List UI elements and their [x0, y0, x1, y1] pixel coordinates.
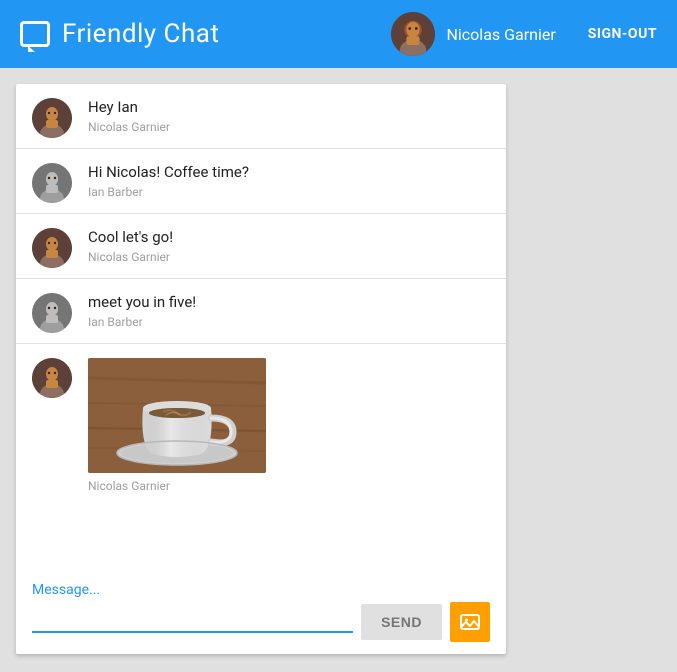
avatar — [32, 358, 72, 398]
nicolas-avatar-small — [32, 228, 72, 268]
avatar — [32, 228, 72, 268]
header-user: Nicolas Garnier SIGN-OUT — [391, 12, 658, 56]
message-input-wrapper — [32, 611, 353, 633]
avatar — [32, 293, 72, 333]
avatar — [32, 98, 72, 138]
message-content: Hey Ian Nicolas Garnier — [88, 98, 170, 134]
chat-card: Hey Ian Nicolas Garnier — [16, 84, 506, 654]
message-item: Hey Ian Nicolas Garnier — [16, 84, 506, 149]
message-author: Ian Barber — [88, 315, 196, 329]
coffee-cup-svg — [88, 358, 266, 473]
message-item: Cool let's go! Nicolas Garnier — [16, 214, 506, 279]
message-text: Hey Ian — [88, 98, 170, 116]
main-content: Hey Ian Nicolas Garnier — [0, 68, 677, 672]
image-upload-button[interactable] — [450, 602, 490, 642]
app-header: Friendly Chat Nicolas Garnier SIGN-OUT — [0, 0, 677, 68]
chat-input-area: Message... SEND — [16, 574, 506, 654]
message-item: meet you in five! Ian Barber — [16, 279, 506, 344]
message-author: Ian Barber — [88, 185, 249, 199]
nicolas-avatar-small — [32, 98, 72, 138]
ian-avatar-small — [32, 163, 72, 203]
header-username: Nicolas Garnier — [447, 25, 556, 44]
coffee-image — [88, 358, 266, 473]
message-item: Hi Nicolas! Coffee time? Ian Barber — [16, 149, 506, 214]
messages-list: Hey Ian Nicolas Garnier — [16, 84, 506, 574]
image-icon — [458, 610, 482, 634]
message-content: Nicolas Garnier — [88, 358, 266, 493]
message-content: Hi Nicolas! Coffee time? Ian Barber — [88, 163, 249, 199]
message-text: Hi Nicolas! Coffee time? — [88, 163, 249, 181]
nicolas-avatar-svg — [391, 12, 435, 56]
message-input[interactable] — [32, 611, 353, 633]
app-logo-icon — [20, 21, 50, 47]
send-button[interactable]: SEND — [361, 604, 442, 640]
avatar — [32, 163, 72, 203]
input-row: SEND — [32, 602, 490, 642]
message-text: Cool let's go! — [88, 228, 173, 246]
message-author: Nicolas Garnier — [88, 479, 266, 493]
message-label: Message... — [32, 582, 490, 598]
header-avatar — [391, 12, 435, 56]
signout-button[interactable]: SIGN-OUT — [588, 26, 657, 42]
message-text: meet you in five! — [88, 293, 196, 311]
message-item: Nicolas Garnier — [16, 344, 506, 503]
app-title: Friendly Chat — [62, 19, 391, 49]
message-content: meet you in five! Ian Barber — [88, 293, 196, 329]
nicolas-avatar-small — [32, 358, 72, 398]
ian-avatar-small — [32, 293, 72, 333]
message-content: Cool let's go! Nicolas Garnier — [88, 228, 173, 264]
message-author: Nicolas Garnier — [88, 250, 173, 264]
message-author: Nicolas Garnier — [88, 120, 170, 134]
